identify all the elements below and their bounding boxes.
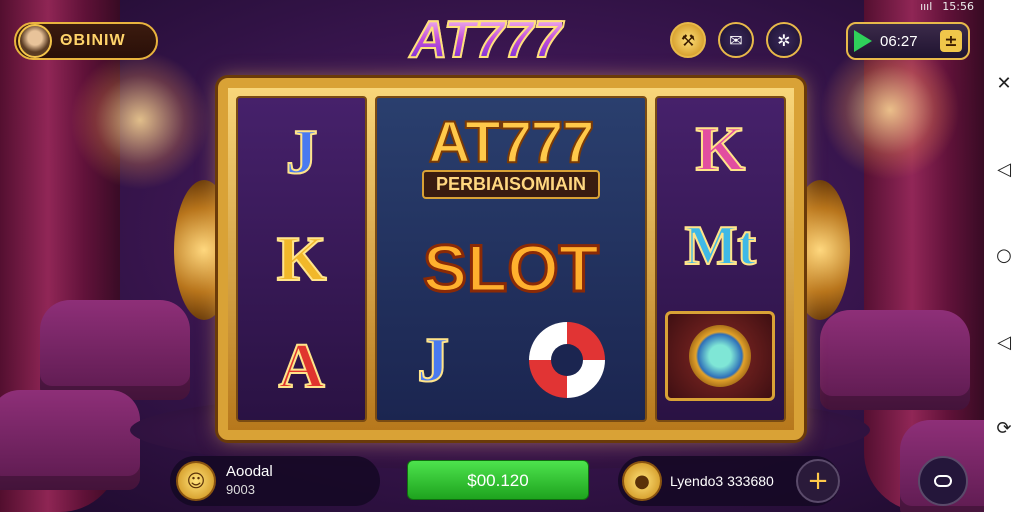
timer-value: 06:27: [880, 32, 918, 50]
gem-icon: [689, 325, 752, 388]
coin-face-icon: ☺: [176, 461, 216, 501]
play-store-icon: [854, 30, 872, 52]
wild-symbol: [665, 311, 776, 402]
menu-button[interactable]: [918, 456, 968, 506]
player-profile[interactable]: ΘBINIW: [14, 22, 158, 60]
coins-panel[interactable]: ● Lyendo3 333680 +: [618, 456, 840, 506]
tools-icon[interactable]: ⚒: [670, 22, 706, 58]
reel-1: J K A: [236, 96, 368, 422]
recents-icon[interactable]: ◁: [997, 332, 1011, 353]
gift-icon[interactable]: ✉: [718, 22, 754, 58]
status-bar: ıııl 15:56: [920, 0, 974, 13]
symbol-k: K: [276, 222, 328, 294]
reel-center: AT777 PERBIAISOMIAIN SLOT J: [375, 96, 647, 422]
center-logo: AT777 PERBIAISOMIAIN: [377, 110, 644, 199]
symbol-m: Mt: [684, 214, 758, 277]
player-name: ΘBINIW: [60, 32, 126, 49]
home-icon[interactable]: ○: [996, 245, 1012, 266]
lamp-left: [70, 50, 210, 190]
status-time: 15:56: [942, 0, 974, 13]
avatar[interactable]: [18, 24, 52, 58]
menu-icon: [934, 475, 952, 487]
add-coins-button[interactable]: +: [796, 459, 840, 503]
reels: J K A AT777 PERBIAISOMIAIN SLOT J K Mt: [236, 96, 786, 422]
chair-left: [40, 300, 190, 400]
rotate-icon[interactable]: ⟳: [996, 418, 1011, 439]
back-icon[interactable]: ◁: [997, 159, 1011, 180]
symbol-a: A: [278, 330, 326, 402]
settings-icon[interactable]: ✲: [766, 22, 802, 58]
top-icon-group: ⚒ ✉ ✲: [670, 22, 802, 58]
balance-panel[interactable]: ☺ Aoodal 9003: [170, 456, 380, 506]
close-icon[interactable]: ✕: [996, 73, 1011, 94]
coins-value: Lyendo3 333680: [670, 473, 774, 489]
game-logo: AT777: [409, 11, 563, 69]
chair-right: [820, 310, 970, 410]
center-title: AT777: [428, 110, 596, 175]
slot-title: SLOT: [421, 230, 600, 307]
reel-3: K Mt: [654, 96, 786, 422]
balance-label: Aoodal: [226, 463, 273, 480]
center-subtitle: PERBIAISOMIAIN: [421, 170, 600, 199]
lifebuoy-icon: [528, 322, 605, 398]
slot-machine: J K A AT777 PERBIAISOMIAIN SLOT J K Mt: [218, 78, 804, 440]
symbol-j-center: J: [416, 324, 450, 395]
system-nav-bar: ✕ ◁ ○ ◁ ⟳: [984, 0, 1024, 512]
timer-plus-button[interactable]: ±: [940, 30, 962, 52]
signal-icon: ıııl: [920, 0, 933, 13]
lamp-right: [820, 40, 960, 180]
coin-icon: ●: [622, 461, 662, 501]
balance-value: 9003: [226, 482, 255, 497]
timer-panel[interactable]: 06:27 ±: [846, 22, 970, 60]
symbol-j: J: [285, 115, 319, 187]
center-bottom-symbols: J: [377, 322, 644, 398]
symbol-k-pink: K: [694, 112, 746, 184]
bet-spin-button[interactable]: $00.120: [407, 460, 589, 500]
chair-left-front: [0, 390, 140, 490]
